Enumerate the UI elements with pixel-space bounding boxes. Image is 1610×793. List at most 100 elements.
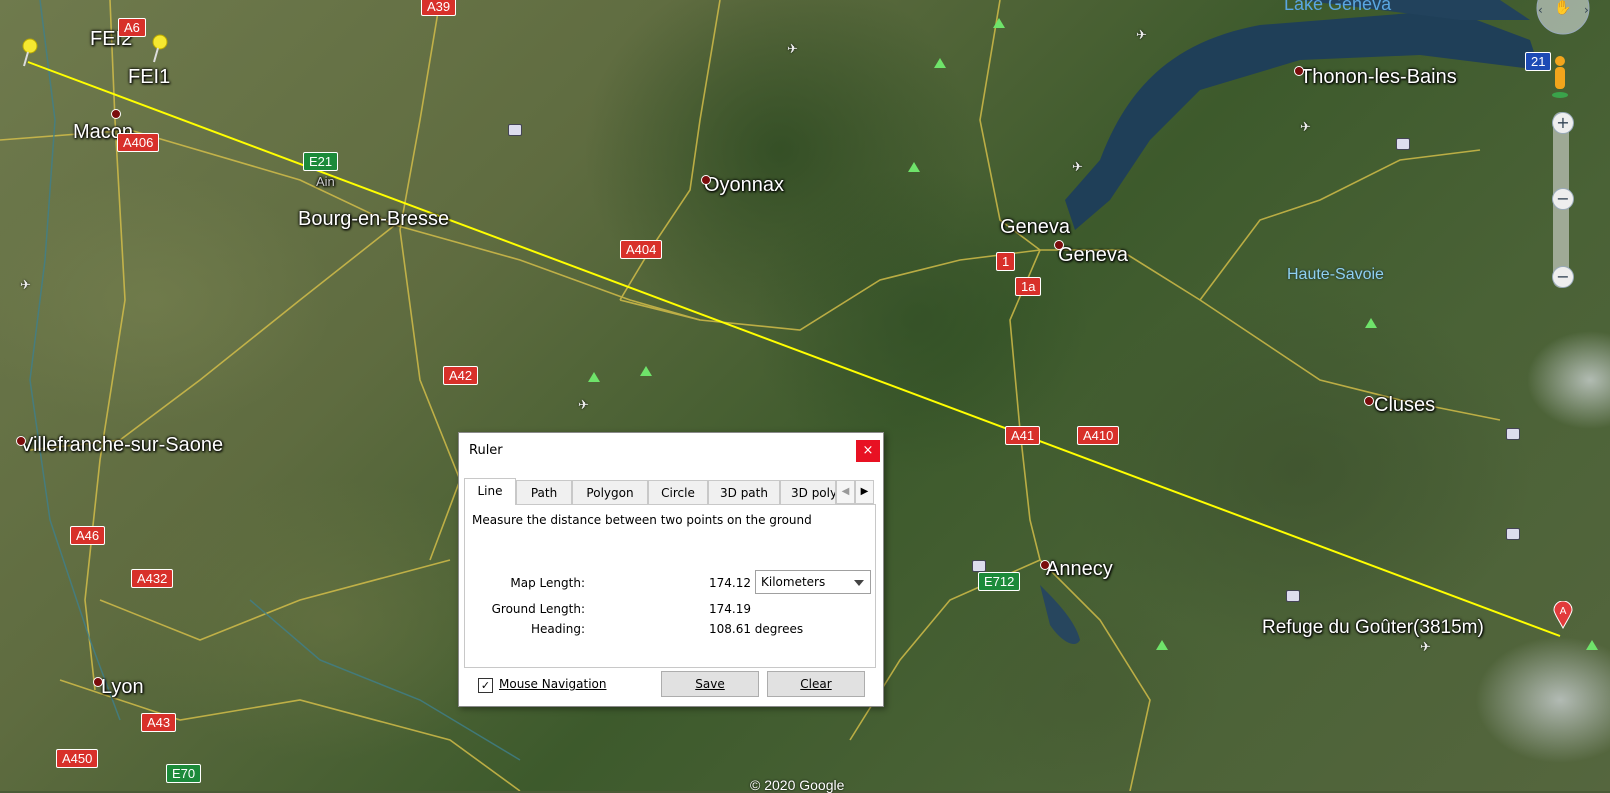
ruler-tabs: Line Path Polygon Circle 3D path 3D poly… — [464, 478, 876, 505]
placemark-a-icon[interactable]: A — [1553, 601, 1573, 629]
photo-icon[interactable] — [1506, 428, 1520, 440]
tab-3d-path[interactable]: 3D path — [708, 480, 780, 504]
photo-icon[interactable] — [1506, 528, 1520, 540]
road-shield: 1 — [996, 252, 1016, 271]
place-label[interactable]: Refuge du Goûter(3815m) — [1262, 617, 1484, 639]
road-shield: 21 — [1525, 52, 1552, 71]
save-button-label: Save — [695, 677, 725, 691]
park-icon — [640, 366, 652, 376]
zoom-out-button[interactable]: − — [1552, 266, 1574, 288]
zoom-in-button[interactable]: + — [1552, 112, 1574, 134]
pushpin-icon[interactable] — [18, 38, 42, 68]
tab-path[interactable]: Path — [516, 480, 572, 504]
park-icon — [1365, 318, 1377, 328]
tab-scroll-left-button[interactable]: ◀ — [836, 480, 855, 504]
photo-icon[interactable] — [1396, 138, 1410, 150]
park-icon — [908, 162, 920, 172]
airport-icon: ✈ — [578, 398, 589, 413]
park-icon — [1156, 640, 1168, 650]
clear-button-label: Clear — [800, 677, 832, 691]
place-dot — [701, 175, 711, 185]
pegman-icon[interactable] — [1550, 55, 1570, 99]
road-shield: E712 — [978, 572, 1021, 591]
ruler-description: Measure the distance between two points … — [472, 513, 812, 527]
road-shield: E70 — [166, 764, 202, 783]
unit-select-value: Kilometers — [761, 575, 826, 589]
road-shield: A406 — [117, 133, 160, 152]
region-label: Ain — [316, 174, 335, 189]
photo-icon[interactable] — [972, 560, 986, 572]
airport-icon: ✈ — [20, 278, 31, 293]
place-dot — [93, 677, 103, 687]
tab-scroll-right-button[interactable]: ▶ — [855, 480, 874, 504]
compass-control[interactable]: ✋ ‹ › — [1532, 0, 1594, 40]
road-shield: A450 — [56, 749, 99, 768]
place-dot — [1040, 560, 1050, 570]
chevron-down-icon — [854, 580, 864, 586]
road-shield: A39 — [421, 0, 457, 16]
place-dot — [16, 436, 26, 446]
airport-icon: ✈ — [1072, 160, 1083, 175]
place-label[interactable]: Villefranche-sur-Saone — [20, 434, 223, 457]
tab-circle[interactable]: Circle — [648, 480, 708, 504]
photo-icon[interactable] — [1286, 590, 1300, 602]
airport-icon: ✈ — [1300, 120, 1311, 135]
line-tab-panel: Measure the distance between two points … — [464, 504, 876, 668]
place-label[interactable]: Bourg-en-Bresse — [298, 208, 449, 231]
place-label[interactable]: Cluses — [1374, 394, 1435, 417]
place-label[interactable]: Thonon-les-Bains — [1300, 66, 1457, 89]
svg-text:‹: ‹ — [1538, 3, 1543, 17]
place-label[interactable]: Geneva — [1058, 244, 1128, 267]
zoom-slider-handle[interactable]: − — [1552, 188, 1574, 210]
road-shield: A41 — [1005, 426, 1041, 445]
map-length-value: 174.12 — [709, 576, 751, 590]
close-button[interactable]: × — [856, 440, 880, 462]
road-shield: A410 — [1077, 426, 1120, 445]
place-dot — [1294, 66, 1304, 76]
road-shield: A6 — [118, 18, 146, 37]
ruler-dialog: Ruler × Line Path Polygon Circle 3D path… — [458, 432, 884, 707]
tab-polygon[interactable]: Polygon — [572, 480, 648, 504]
pushpin-icon[interactable] — [148, 34, 172, 64]
park-icon — [934, 58, 946, 68]
clear-button[interactable]: Clear — [767, 671, 865, 697]
road-shield: A46 — [70, 526, 106, 545]
airport-icon: ✈ — [787, 42, 798, 57]
dialog-title: Ruler — [469, 443, 503, 458]
road-shield: A432 — [131, 569, 174, 588]
lake-label: Lake Geneva — [1284, 0, 1392, 14]
save-button[interactable]: Save — [661, 671, 759, 697]
place-label[interactable]: Annecy — [1046, 558, 1113, 581]
svg-text:›: › — [1584, 3, 1589, 17]
place-label[interactable]: Oyonnax — [704, 174, 784, 197]
tab-line[interactable]: Line — [464, 478, 516, 505]
place-label[interactable]: Geneva — [1000, 216, 1070, 239]
place-dot — [1054, 240, 1064, 250]
ground-length-value: 174.19 — [709, 602, 751, 616]
road-shield: A43 — [141, 713, 177, 732]
airport-icon: ✈ — [1420, 640, 1431, 655]
road-shield: A42 — [443, 366, 479, 385]
unit-select[interactable]: Kilometers — [755, 570, 871, 594]
mouse-navigation-label[interactable]: Mouse Navigation — [499, 677, 606, 691]
photo-icon[interactable] — [508, 124, 522, 136]
ground-length-label: Ground Length: — [491, 602, 585, 616]
map-length-label: Map Length: — [510, 576, 585, 590]
airport-icon: ✈ — [1136, 28, 1147, 43]
tab-3d-polygon[interactable]: 3D poly — [780, 480, 836, 504]
road-shield: E21 — [303, 152, 339, 171]
park-icon — [993, 18, 1005, 28]
place-dot — [1364, 396, 1374, 406]
park-icon — [1586, 640, 1598, 650]
region-label: Haute-Savoie — [1287, 266, 1384, 283]
mouse-navigation-checkbox[interactable]: ✓ — [478, 678, 493, 693]
dialog-titlebar[interactable]: Ruler × — [459, 433, 883, 469]
heading-value: 108.61 degrees — [709, 622, 804, 636]
place-label[interactable]: FEI1 — [128, 66, 170, 89]
place-label[interactable]: Lyon — [101, 676, 144, 699]
road-shield: 1a — [1015, 277, 1042, 296]
place-dot — [111, 109, 121, 119]
svg-text:A: A — [1560, 606, 1567, 617]
park-icon — [588, 372, 600, 382]
svg-text:✋: ✋ — [1554, 0, 1571, 16]
